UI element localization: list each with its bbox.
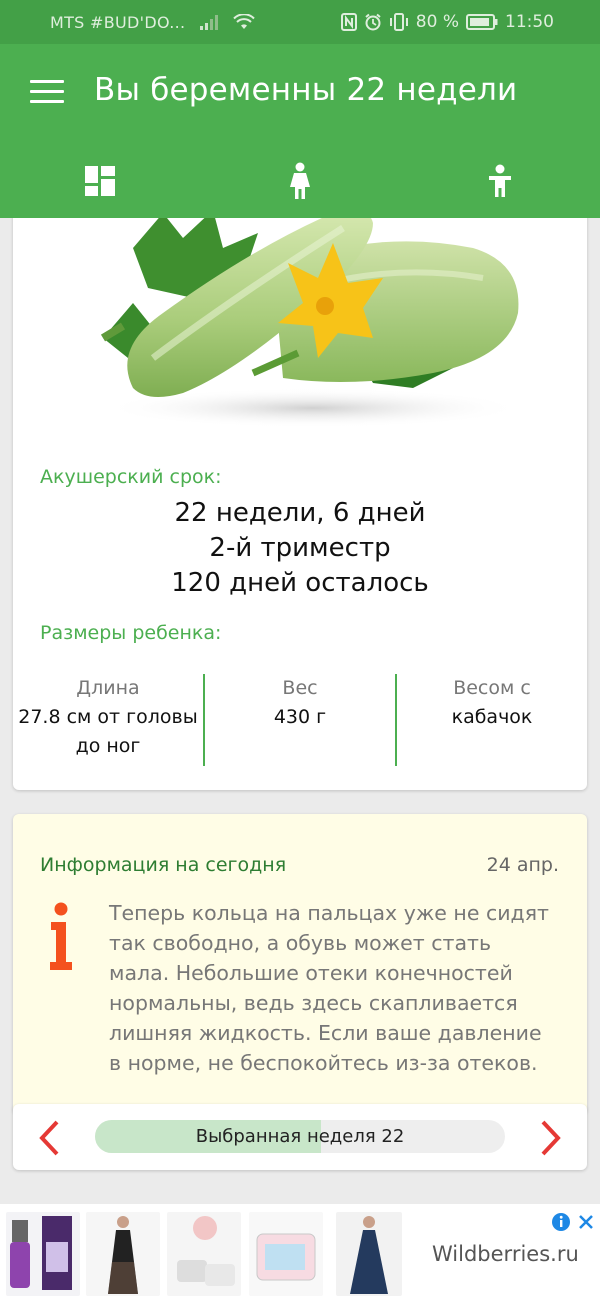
nfc-icon: [340, 13, 357, 31]
term-trimester: 2-й триместр: [209, 533, 391, 563]
carrier-name: MTS #BUD'DO...: [50, 12, 186, 32]
previous-week-button[interactable]: [35, 1120, 65, 1156]
term-details: 22 недели, 6 дней 2-й триместр 120 дней …: [13, 496, 587, 601]
tab-bar: [0, 144, 600, 218]
week-summary-card: Акушерский срок: 22 недели, 6 дней 2-й т…: [13, 218, 587, 790]
ad-banner[interactable]: Wildberries.ru: [0, 1204, 600, 1299]
battery-percent: 80 %: [415, 12, 459, 32]
alarm-icon: [364, 13, 382, 31]
size-columns: Длина 27.8 см от головы до ног Вес 430 г…: [13, 674, 587, 766]
info-text: Теперь кольца на пальцах уже не сидят та…: [109, 901, 549, 1075]
menu-icon[interactable]: [30, 80, 64, 108]
week-progress-bar[interactable]: Выбранная неделя 22: [95, 1120, 505, 1153]
ad-close-icon[interactable]: [576, 1212, 596, 1232]
dashboard-icon: [85, 166, 115, 196]
ad-product-gown[interactable]: [336, 1212, 402, 1296]
ad-info-icon[interactable]: [551, 1212, 571, 1232]
weight-caption: Вес: [282, 677, 318, 699]
comparison-caption: Весом с: [453, 677, 531, 699]
term-duration: 22 недели, 6 дней: [174, 498, 426, 528]
zucchini-image: [100, 218, 523, 428]
wifi-icon: [233, 14, 256, 30]
daily-info-card: Информация на сегодня 24 апр. Теперь кол…: [13, 814, 587, 1114]
length-value: 27.8 см от головы до ног: [18, 706, 198, 757]
ad-product-dress[interactable]: [86, 1212, 160, 1296]
ad-product-gel[interactable]: [167, 1212, 241, 1296]
woman-icon: [290, 162, 310, 199]
battery-icon: [466, 14, 498, 30]
size-weight: Вес 430 г: [203, 674, 395, 766]
vibrate-icon: [389, 13, 409, 31]
ad-brand-link[interactable]: Wildberries.ru: [432, 1242, 579, 1266]
week-selector: Выбранная неделя 22: [13, 1104, 587, 1170]
app-bar: Вы беременны 22 недели: [0, 44, 600, 218]
status-bar: MTS #BUD'DO... 80 % 11:50: [0, 0, 600, 44]
info-icon: [50, 902, 72, 970]
size-comparison: Весом с кабачок: [395, 674, 587, 766]
tab-dashboard[interactable]: [0, 144, 200, 218]
content-area[interactable]: Акушерский срок: 22 недели, 6 дней 2-й т…: [0, 218, 600, 1198]
size-label: Размеры ребенка:: [40, 622, 222, 644]
info-date: 24 апр.: [486, 854, 559, 876]
ad-product-bag[interactable]: [249, 1212, 323, 1296]
term-label: Акушерский срок:: [40, 466, 222, 488]
page-title: Вы беременны 22 недели: [94, 72, 518, 108]
size-length: Длина 27.8 см от головы до ног: [13, 674, 203, 766]
info-title: Информация на сегодня: [40, 854, 287, 876]
child-icon: [489, 164, 511, 197]
term-remaining: 120 дней осталось: [171, 568, 429, 598]
clock: 11:50: [505, 12, 554, 32]
length-caption: Длина: [76, 677, 140, 699]
next-week-button[interactable]: [535, 1120, 565, 1156]
ad-product-nail-polish[interactable]: [6, 1212, 80, 1296]
selected-week-label: Выбранная неделя 22: [195, 1126, 405, 1147]
tab-child[interactable]: [400, 144, 600, 218]
weight-value: 430 г: [273, 706, 327, 728]
comparison-value: кабачок: [451, 706, 533, 728]
tab-mother[interactable]: [200, 144, 400, 218]
signal-icon: [199, 14, 219, 30]
